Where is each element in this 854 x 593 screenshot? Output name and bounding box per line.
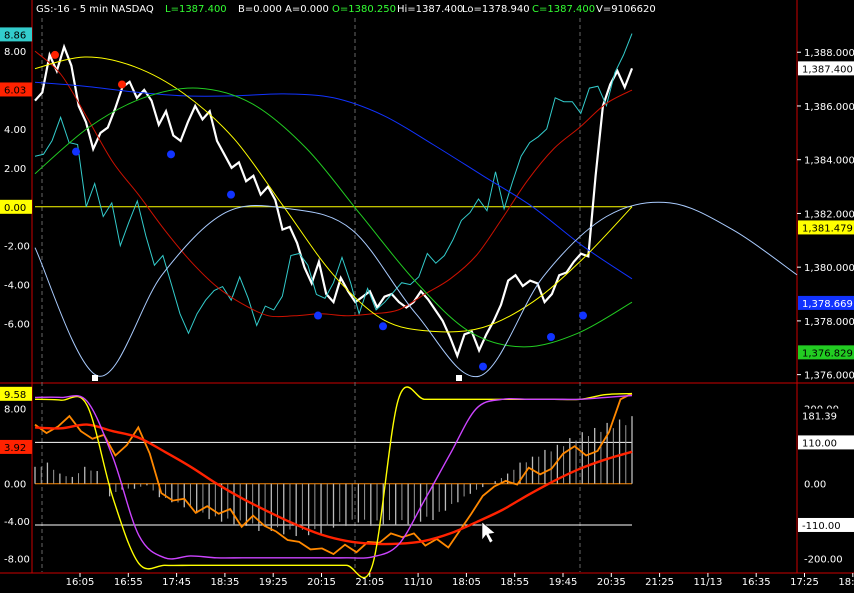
left-value-marker-label: 8.86 (4, 30, 26, 41)
right-tick-label: 1,382.000 (804, 209, 854, 220)
left-tick-label: 4.00 (4, 125, 26, 136)
chart-canvas: GS:-16 - 5 min NASDAQ L=1387.400 B=0.000… (0, 0, 854, 589)
time-tick-label: 21:25 (645, 577, 674, 588)
time-tick-label: 20:35 (597, 577, 626, 588)
header-open: O=1380.250 (332, 4, 396, 15)
right-value-marker-label: 1,376.829 (802, 348, 853, 359)
time-tick-label: 17:25 (790, 577, 819, 588)
header-volume: V=9106620 (596, 4, 656, 15)
time-tick-label: 20:15 (307, 577, 336, 588)
header-high: Hi=1387.400 (397, 4, 463, 15)
sub-right-value-marker-label: 181.39 (802, 412, 837, 423)
time-tick-label: 18:55 (500, 577, 529, 588)
right-tick-label: 1,380.000 (804, 263, 854, 274)
right-tick-label: 1,384.000 (804, 156, 854, 167)
right-value-marker-label: 1,381.479 (802, 223, 853, 234)
header-low: Lo=1378.940 (462, 4, 530, 15)
right-tick-label: 1,386.000 (804, 102, 854, 113)
right-tick-label: 1,378.000 (804, 317, 854, 328)
sub-left-tick-label: 0.00 (4, 480, 26, 491)
red-dot-marker (118, 80, 126, 89)
time-tick-label: 11/10 (404, 577, 433, 588)
sub-right-tick-label: 0.00 (804, 480, 826, 491)
blue-dot-marker (227, 190, 235, 199)
time-tick-label: 16:55 (114, 577, 143, 588)
left-tick-label: 8.00 (4, 47, 26, 58)
sub-left-value-marker-label: 3.92 (4, 443, 26, 454)
left-tick-label: -2.00 (4, 242, 30, 253)
right-value-marker-label: 1,378.669 (802, 299, 853, 310)
header-symbol: GS:-16 - 5 min (36, 4, 108, 15)
red-dot-marker (51, 50, 59, 59)
right-tick-label: 1,388.000 (804, 48, 854, 59)
time-tick-label: 19:25 (259, 577, 288, 588)
sub-left-value-marker-label: 9.58 (4, 390, 26, 401)
right-value-marker-label: 1,387.400 (802, 64, 853, 75)
time-tick-label: 21:05 (355, 577, 384, 588)
sub-right-tick-label: -200.00 (804, 555, 843, 566)
time-tick-label: 16:05 (66, 577, 95, 588)
blue-dot-marker (479, 362, 487, 371)
header-last: L=1387.400 (165, 4, 227, 15)
arc-bottom-marker-1 (456, 375, 462, 381)
left-tick-label: -4.00 (4, 281, 30, 292)
blue-dot-marker (167, 150, 175, 159)
left-tick-label: 2.00 (4, 164, 26, 175)
left-tick-label: -6.00 (4, 320, 30, 331)
sub-left-tick-label: -8.00 (4, 555, 30, 566)
right-tick-label: 1,376.000 (804, 371, 854, 382)
header-bid: B=0.000 (238, 4, 282, 15)
blue-dot-marker (547, 333, 555, 342)
header-close: C=1387.400 (532, 4, 595, 15)
sub-left-tick-label: -4.00 (4, 517, 30, 528)
time-tick-label: 18:35 (210, 577, 239, 588)
time-tick-label: 18:05 (452, 577, 481, 588)
sub-right-value-marker-label: 110.00 (802, 438, 837, 449)
blue-dot-marker (379, 322, 387, 331)
arc-bottom-marker-0 (92, 375, 98, 381)
header-exchange: NASDAQ (111, 4, 154, 15)
blue-dot-marker (72, 147, 80, 156)
time-tick-label: 19:45 (549, 577, 578, 588)
chart-window: GS:-16 - 5 min NASDAQ L=1387.400 B=0.000… (0, 0, 854, 589)
time-tick-label: 17:45 (162, 577, 191, 588)
time-tick-label: 16:35 (742, 577, 771, 588)
sub-right-value-marker-label: -110.00 (802, 521, 841, 532)
left-value-marker-label: 0.00 (4, 203, 26, 214)
blue-dot-marker (579, 311, 587, 320)
time-tick-label: 11/13 (693, 577, 722, 588)
blue-dot-marker (314, 311, 322, 320)
time-tick-label: 18:15 (838, 577, 854, 588)
left-value-marker-label: 6.03 (4, 85, 26, 96)
header-ask: A=0.000 (285, 4, 329, 15)
sub-left-tick-label: 8.00 (4, 405, 26, 416)
